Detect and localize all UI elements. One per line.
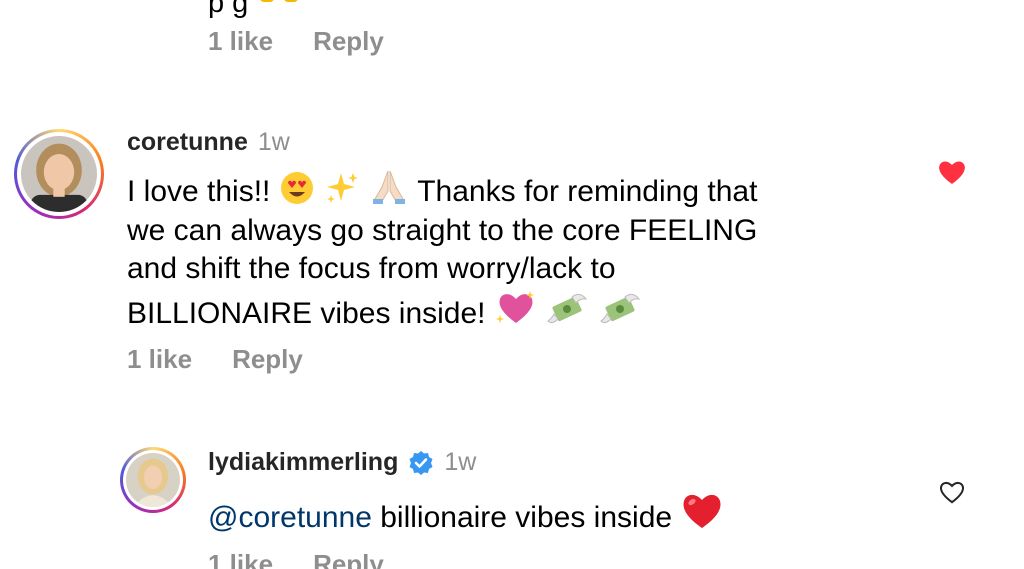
money-with-wings-emoji-icon xyxy=(547,293,588,323)
heart-eyes-emoji-icon xyxy=(280,172,313,204)
like-heart-filled-icon[interactable] xyxy=(937,158,967,186)
reply-likes-count[interactable]: 1 like xyxy=(208,549,273,569)
previous-comment-text: p g xyxy=(208,0,306,20)
reply-timestamp: 1w xyxy=(444,448,477,476)
like-heart-outline-icon[interactable] xyxy=(938,479,966,505)
profile-photo-lydiakimmerling xyxy=(126,453,180,507)
sparkles-emoji-icon xyxy=(327,173,359,203)
reply-body: @coretunne billionaire vibes inside xyxy=(208,491,724,538)
comment-reply-button[interactable]: Reply xyxy=(232,344,303,375)
verified-badge-icon xyxy=(409,450,433,475)
reply-username[interactable]: lydiakimmerling xyxy=(208,448,398,477)
comment-body: I love this!! Thanks for reminding that … xyxy=(127,169,887,333)
sparkling-heart-emoji-icon xyxy=(495,290,534,323)
previous-reply-button[interactable]: Reply xyxy=(313,26,384,57)
profile-photo-coretunne xyxy=(21,136,97,212)
raised-hands-emoji-icon xyxy=(260,0,298,2)
avatar-lydiakimmerling[interactable] xyxy=(120,447,186,513)
comments-screen: p g 1 like Reply coretunne 1w I love thi… xyxy=(0,0,1024,569)
comment-timestamp: 1w xyxy=(257,128,290,156)
comment-actions: 1 like Reply xyxy=(127,344,303,375)
comment-header: coretunne 1w xyxy=(127,128,290,157)
red-heart-emoji-icon xyxy=(683,494,721,528)
folded-hands-emoji-icon xyxy=(373,170,406,204)
reply-actions: 1 like Reply xyxy=(208,549,384,569)
reply-reply-button[interactable]: Reply xyxy=(313,549,384,569)
money-with-wings-emoji-icon xyxy=(599,293,640,323)
previous-comment-actions: 1 like Reply xyxy=(208,26,384,57)
comment-likes-count[interactable]: 1 like xyxy=(127,344,192,375)
reply-mention-link[interactable]: @coretunne xyxy=(208,501,372,534)
reply-header: lydiakimmerling 1w xyxy=(208,448,476,477)
previous-likes-count[interactable]: 1 like xyxy=(208,26,273,57)
comment-username[interactable]: coretunne xyxy=(127,128,248,157)
avatar-coretunne[interactable] xyxy=(14,129,104,219)
